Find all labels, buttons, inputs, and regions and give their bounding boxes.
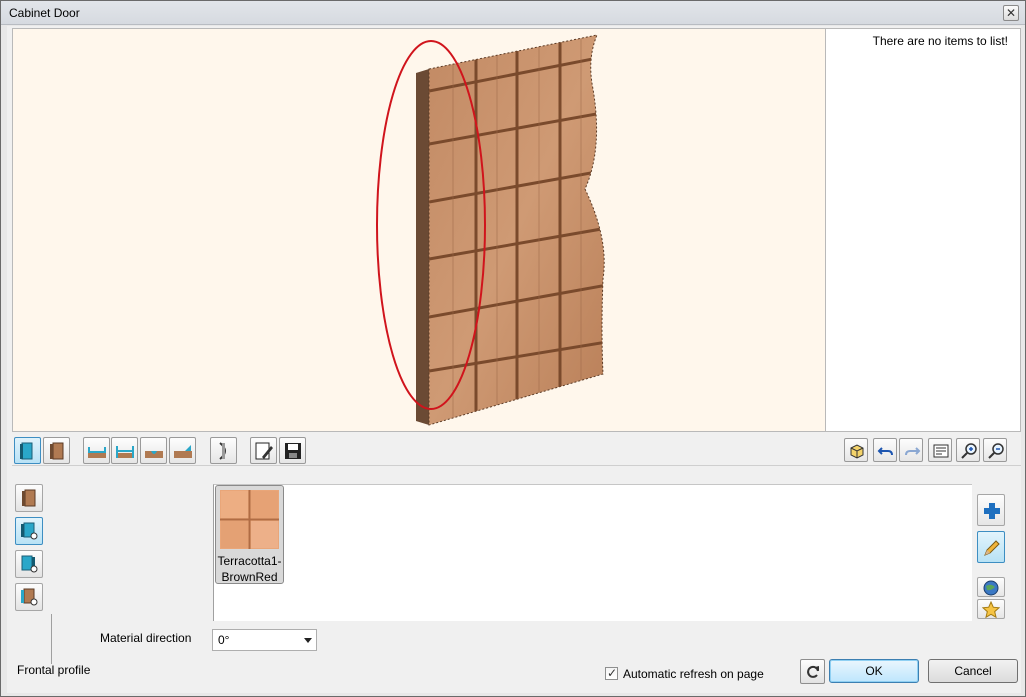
star-icon — [982, 601, 1000, 619]
title-bar: Cabinet Door ✕ — [1, 1, 1025, 25]
main-toolbar — [12, 434, 1021, 466]
edit-document-button[interactable] — [250, 437, 277, 464]
refresh-button[interactable] — [800, 659, 825, 684]
edge-groove-icon — [145, 451, 163, 458]
material-item[interactable]: Terracotta1-BrownRed — [215, 485, 284, 584]
edge-middle-button[interactable] — [111, 437, 138, 464]
add-material-button[interactable] — [977, 494, 1005, 526]
3d-preview-viewport[interactable] — [12, 28, 826, 432]
edge-bottom-button[interactable] — [83, 437, 110, 464]
door-front-icon — [20, 442, 33, 460]
empty-list-message: There are no items to list! — [872, 34, 1008, 48]
material-list-panel[interactable]: Terracotta1-BrownRed — [213, 484, 972, 621]
edit-document-icon — [255, 442, 273, 460]
auto-refresh-checkbox[interactable]: ✓ — [605, 666, 618, 680]
favorite-material-button[interactable] — [977, 599, 1005, 619]
close-button[interactable]: ✕ — [1003, 5, 1019, 21]
zoom-in-icon — [961, 443, 977, 459]
zoom-out-button[interactable] — [983, 438, 1007, 462]
undo-icon — [877, 447, 893, 456]
door-edge — [416, 69, 429, 425]
zoom-in-button[interactable] — [956, 438, 980, 462]
back-material-icon — [21, 555, 38, 573]
tab-door-material[interactable] — [15, 484, 43, 512]
fit-view-button[interactable] — [928, 438, 952, 462]
curve-profile-icon — [219, 442, 226, 460]
plus-icon — [984, 503, 1000, 519]
tab-back-material[interactable] — [15, 550, 43, 578]
curve-profile-button[interactable] — [210, 437, 237, 464]
material-category-tabs — [15, 484, 52, 664]
edge-groove-button[interactable] — [140, 437, 167, 464]
cube-view-icon — [850, 444, 864, 459]
material-section: Terracotta1-BrownRed Material direction — [12, 468, 1021, 693]
redo-icon — [905, 447, 921, 456]
material-direction-value: 0° — [218, 633, 230, 647]
edge-angle-button[interactable] — [169, 437, 196, 464]
save-button[interactable] — [279, 437, 306, 464]
door-side-icon — [50, 442, 64, 460]
material-item-name: Terracotta1-BrownRed — [217, 554, 282, 584]
auto-refresh-label: Automatic refresh on page — [623, 667, 764, 681]
edge-middle-icon — [116, 446, 134, 458]
cube-view-button[interactable] — [844, 438, 868, 462]
frontal-profile-label: Frontal profile — [17, 663, 91, 677]
pencil-icon — [984, 540, 1000, 556]
cancel-button[interactable]: Cancel — [928, 659, 1018, 683]
door-material-icon — [22, 489, 36, 507]
dialog-client: There are no items to list! Terracotta1-… — [7, 26, 1021, 693]
material-thumbnail — [220, 490, 279, 549]
material-direction-label: Material direction — [100, 631, 192, 645]
tab-divider — [51, 614, 52, 664]
globe-icon — [983, 580, 999, 596]
undo-button[interactable] — [873, 438, 897, 462]
edge-angle-icon — [174, 445, 192, 458]
online-materials-button[interactable] — [977, 577, 1005, 597]
door-front-button[interactable] — [14, 437, 41, 464]
door-side-button[interactable] — [43, 437, 70, 464]
redo-button[interactable] — [899, 438, 923, 462]
edge-material-icon — [21, 588, 38, 606]
ok-button[interactable]: OK — [829, 659, 919, 683]
refresh-icon — [807, 665, 819, 678]
save-icon — [285, 443, 301, 459]
items-side-list[interactable]: There are no items to list! — [826, 28, 1021, 432]
window-title: Cabinet Door — [9, 6, 80, 20]
fit-view-icon — [933, 444, 949, 458]
tab-edge-material[interactable] — [15, 583, 43, 611]
edit-material-button[interactable] — [977, 531, 1005, 563]
dropdown-arrow-icon — [304, 638, 312, 643]
cabinet-door-dialog: Cabinet Door ✕ There are no items to lis… — [0, 0, 1026, 697]
zoom-out-icon — [988, 443, 1004, 459]
door-preview-render — [376, 34, 605, 426]
edge-bottom-icon — [88, 447, 106, 458]
tab-front-material[interactable] — [15, 517, 43, 545]
material-direction-select[interactable]: 0° — [212, 629, 317, 651]
front-material-icon — [21, 522, 38, 540]
